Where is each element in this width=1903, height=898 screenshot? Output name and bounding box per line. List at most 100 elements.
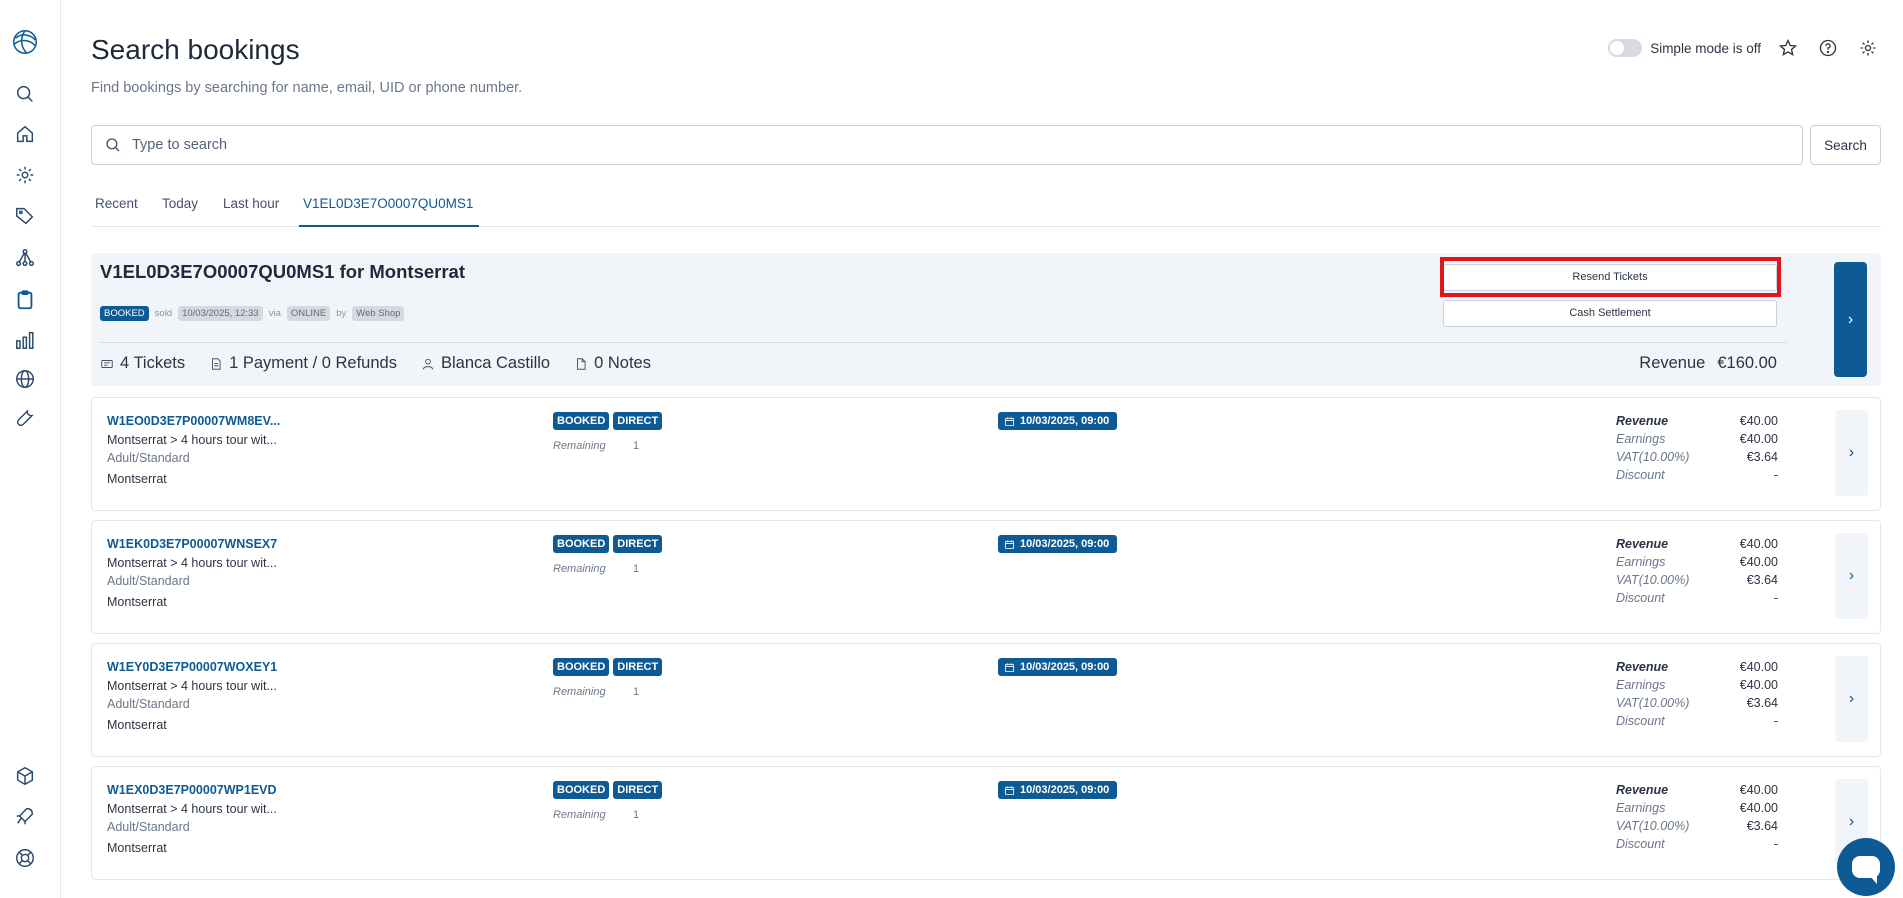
open-ticket-button[interactable]: › <box>1835 533 1868 619</box>
remaining-label: Remaining <box>553 563 606 575</box>
ticket-date-badge: 10/03/2025, 09:00 <box>998 781 1118 799</box>
chat-button[interactable] <box>1837 838 1895 896</box>
open-ticket-button[interactable]: › <box>1835 656 1868 742</box>
payments-count[interactable]: 1 Payment / 0 Refunds <box>209 354 397 373</box>
remaining-label: Remaining <box>553 686 606 698</box>
ticket-status-badge: BOOKED <box>553 412 610 430</box>
ticket-tour: Montserrat > 4 hours tour wit... <box>107 433 277 447</box>
ticket-id[interactable]: W1EK0D3E7P00007WNSEX7 <box>107 537 277 551</box>
customer-label: Blanca Castillo <box>440 354 551 372</box>
ticket-tour: Montserrat > 4 hours tour wit... <box>107 679 277 693</box>
tag-icon[interactable] <box>13 204 37 228</box>
revenue-label: Revenue <box>1639 354 1706 372</box>
gear-icon[interactable] <box>13 163 37 187</box>
calendar-icon <box>1004 785 1015 795</box>
ticket-type: Adult/Standard <box>107 574 190 588</box>
help-icon[interactable] <box>1815 35 1841 61</box>
revenue-label: Revenue <box>1616 414 1669 428</box>
cash-settlement-button[interactable]: Cash Settlement <box>1443 300 1777 327</box>
tab-today[interactable]: Today <box>162 190 198 227</box>
ticket-financials: Revenue €40.00 Earnings €40.00 VAT(10.00%)… <box>1616 660 1778 732</box>
file-icon <box>577 357 586 370</box>
discount-value: - <box>1773 837 1778 851</box>
simple-mode-toggle[interactable] <box>1608 39 1643 57</box>
settings-icon[interactable] <box>1855 35 1881 61</box>
revenue-value: €40.00 <box>1739 660 1778 674</box>
bar-chart-icon[interactable] <box>13 328 37 352</box>
booking-stats: 4 Tickets 1 Payment / 0 Refunds Blanca C… <box>100 354 651 373</box>
chat-icon <box>1852 856 1880 884</box>
chevron-right-icon: › <box>1847 310 1854 328</box>
seller-badge: Web Shop <box>352 306 405 321</box>
ticket-type: Adult/Standard <box>107 820 190 834</box>
calendar-icon <box>1004 662 1015 672</box>
tab-booking[interactable]: V1EL0D3E7O0007QU0MS1 <box>299 190 480 227</box>
resend-tickets-button[interactable]: Resend Tickets <box>1443 264 1777 291</box>
discount-value: - <box>1773 714 1778 728</box>
wrench-icon[interactable] <box>13 406 37 430</box>
notes-count[interactable]: 0 Notes <box>574 354 651 373</box>
sold-label: sold <box>154 308 173 319</box>
cube-icon[interactable] <box>13 764 37 788</box>
sidebar <box>0 0 61 898</box>
open-booking-button[interactable]: › <box>1834 262 1867 377</box>
rocket-icon[interactable] <box>13 804 37 828</box>
globe-icon[interactable] <box>13 367 37 391</box>
search-button[interactable]: Search <box>1810 125 1881 165</box>
discount-value: - <box>1773 591 1778 605</box>
user-icon <box>422 358 434 369</box>
revenue-label: Revenue <box>1616 783 1669 797</box>
search-box <box>91 125 1803 165</box>
calendar-icon <box>1004 416 1015 426</box>
booking-summary-card: V1EL0D3E7O0007QU0MS1 for Montserrat BOOK… <box>91 253 1881 386</box>
tickets-count[interactable]: 4 Tickets <box>100 354 185 373</box>
ticket-badges: BOOKED DIRECT <box>553 781 663 799</box>
vat-value: €3.64 <box>1746 573 1778 587</box>
remaining-label: Remaining <box>553 440 606 452</box>
ticket-status-badge: BOOKED <box>553 658 610 676</box>
ticket-row: W1EO0D3E7P00007WM8EV... Montserrat > 4 h… <box>91 397 1881 511</box>
clipboard-icon[interactable] <box>13 288 37 312</box>
status-badge: BOOKED <box>100 306 149 321</box>
vat-value: €3.64 <box>1746 696 1778 710</box>
ticket-id[interactable]: W1EO0D3E7P00007WM8EV... <box>107 414 280 428</box>
tickets-label: 4 Tickets <box>120 354 186 372</box>
receipt-icon <box>212 357 221 370</box>
vat-label: VAT(10.00%) <box>1616 450 1690 464</box>
ticket-financials: Revenue €40.00 Earnings €40.00 VAT(10.00%)… <box>1616 783 1778 855</box>
ticket-location: Montserrat <box>107 718 167 732</box>
ticket-id[interactable]: W1EX0D3E7P00007WP1EVD <box>107 783 277 797</box>
ticket-date: 10/03/2025, 09:00 <box>1020 661 1110 673</box>
ticket-status-badge: BOOKED <box>553 535 610 553</box>
ticket-id[interactable]: W1EY0D3E7P00007WOXEY1 <box>107 660 277 674</box>
search-icon[interactable] <box>13 82 37 106</box>
revenue-label: Revenue <box>1616 660 1669 674</box>
customer-name[interactable]: Blanca Castillo <box>421 354 550 373</box>
ticket-date-badge: 10/03/2025, 09:00 <box>998 535 1118 553</box>
vat-label: VAT(10.00%) <box>1616 819 1690 833</box>
earnings-value: €40.00 <box>1739 678 1778 692</box>
discount-label: Discount <box>1616 591 1665 605</box>
home-icon[interactable] <box>13 122 37 146</box>
ticket-financials: Revenue €40.00 Earnings €40.00 VAT(10.00%)… <box>1616 537 1778 609</box>
divider <box>100 342 1787 343</box>
by-label: by <box>336 308 347 319</box>
network-icon[interactable] <box>13 246 37 270</box>
vat-label: VAT(10.00%) <box>1616 696 1690 710</box>
ticket-type: Adult/Standard <box>107 451 190 465</box>
tab-recent[interactable]: Recent <box>95 190 138 227</box>
lifebuoy-icon[interactable] <box>13 846 37 870</box>
logo-icon[interactable] <box>10 27 42 59</box>
ticket-tour: Montserrat > 4 hours tour wit... <box>107 802 277 816</box>
revenue-label: Revenue <box>1616 537 1669 551</box>
star-icon[interactable] <box>1775 35 1801 61</box>
page-subtitle: Find bookings by searching for name, ema… <box>91 80 523 96</box>
remaining-value: 1 <box>633 686 640 698</box>
ticket-tour: Montserrat > 4 hours tour wit... <box>107 556 277 570</box>
ticket-date-badge: 10/03/2025, 09:00 <box>998 412 1118 430</box>
tab-last-hour[interactable]: Last hour <box>223 190 279 227</box>
search-input[interactable] <box>132 137 1732 153</box>
ticket-financials: Revenue €40.00 Earnings €40.00 VAT(10.00%)… <box>1616 414 1778 486</box>
open-ticket-button[interactable]: › <box>1835 410 1868 496</box>
discount-label: Discount <box>1616 837 1665 851</box>
